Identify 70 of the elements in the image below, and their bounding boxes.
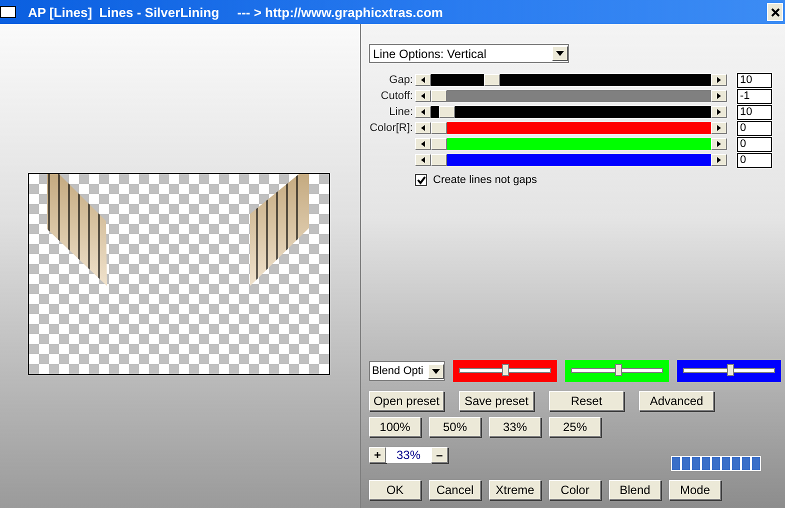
scroll-left-button[interactable]: [415, 138, 431, 150]
right-arrow-icon: [717, 93, 721, 99]
blend-slider[interactable]: [677, 360, 781, 382]
dialog-button[interactable]: Blend: [609, 480, 661, 500]
preset-button[interactable]: Open preset: [369, 391, 444, 411]
checkbox[interactable]: [415, 174, 427, 186]
dialog-button[interactable]: Mode: [669, 480, 721, 500]
scroll-left-button[interactable]: [415, 90, 431, 102]
slider-thumb[interactable]: [727, 364, 734, 376]
slider-label: Color[R]:: [369, 122, 413, 134]
preset-button[interactable]: Advanced: [639, 391, 714, 411]
scroll-left-button[interactable]: [415, 154, 431, 166]
left-arrow-icon: [421, 141, 425, 147]
scroll-left-button[interactable]: [415, 106, 431, 118]
right-arrow-icon: [717, 157, 721, 163]
slider-thumb[interactable]: [615, 364, 622, 376]
checkmark-icon: [416, 176, 426, 184]
left-arrow-icon: [421, 77, 425, 83]
dropdown-value: Line Options: Vertical: [372, 46, 486, 60]
left-arrow-icon: [421, 93, 425, 99]
slider-label: Cutoff:: [380, 90, 413, 102]
zoom-level-button[interactable]: 25%: [549, 417, 601, 437]
dropdown-value: Blend Opti: [371, 365, 424, 377]
blend-slider[interactable]: [453, 360, 557, 382]
dialog-button[interactable]: Cancel: [429, 480, 481, 500]
left-arrow-icon: [421, 109, 425, 115]
scroll-right-button[interactable]: [711, 106, 727, 118]
checkbox-label: Create lines not gaps: [433, 174, 537, 186]
value-field[interactable]: 0: [737, 136, 772, 152]
zoom-level-button[interactable]: 50%: [429, 417, 481, 437]
right-arrow-icon: [717, 77, 721, 83]
scroll-right-button[interactable]: [711, 138, 727, 150]
slider-label: Gap:: [388, 74, 413, 86]
slider-label: Line:: [388, 106, 413, 118]
dialog-button[interactable]: OK: [369, 480, 421, 500]
scroll-right-button[interactable]: [711, 90, 727, 102]
scroll-right-button[interactable]: [711, 74, 727, 86]
value-field[interactable]: 10: [737, 72, 772, 88]
caret-icon: [432, 368, 440, 374]
window-icon: [0, 6, 16, 18]
scroll-right-button[interactable]: [711, 122, 727, 134]
close-button[interactable]: [767, 3, 783, 21]
slider-thumb[interactable]: [502, 364, 508, 376]
zoom-out-button[interactable]: –: [431, 447, 448, 463]
value-field[interactable]: -1: [737, 88, 772, 104]
scroll-right-button[interactable]: [711, 154, 727, 166]
line-options-dropdown[interactable]: Line Options: Vertical: [369, 44, 569, 63]
preset-button[interactable]: Save preset: [459, 391, 534, 411]
right-arrow-icon: [717, 125, 721, 131]
zoom-level-button[interactable]: 100%: [369, 417, 421, 437]
close-icon: [770, 8, 780, 16]
window-title: AP [Lines] Lines - SilverLining --- > http://www.graphicxtras.com: [28, 4, 444, 20]
blend-slider[interactable]: [565, 360, 669, 382]
zoom-in-button[interactable]: +: [369, 447, 386, 463]
caret-icon: [556, 51, 564, 56]
zoom-level-button[interactable]: 33%: [489, 417, 541, 437]
preset-button[interactable]: Reset: [549, 391, 624, 411]
right-arrow-icon: [717, 109, 721, 115]
dialog-button[interactable]: Color: [549, 480, 601, 500]
zoom-field[interactable]: 33%: [386, 447, 431, 463]
value-field[interactable]: 0: [737, 152, 772, 168]
dialog-button[interactable]: Xtreme: [489, 480, 541, 500]
right-arrow-icon: [717, 141, 721, 147]
value-field[interactable]: 10: [737, 104, 772, 120]
scroll-left-button[interactable]: [415, 74, 431, 86]
value-field[interactable]: 0: [737, 120, 772, 136]
left-arrow-icon: [421, 157, 425, 163]
left-arrow-icon: [421, 125, 425, 131]
scroll-left-button[interactable]: [415, 122, 431, 134]
blend-options-dropdown[interactable]: Blend Opti: [369, 361, 445, 381]
